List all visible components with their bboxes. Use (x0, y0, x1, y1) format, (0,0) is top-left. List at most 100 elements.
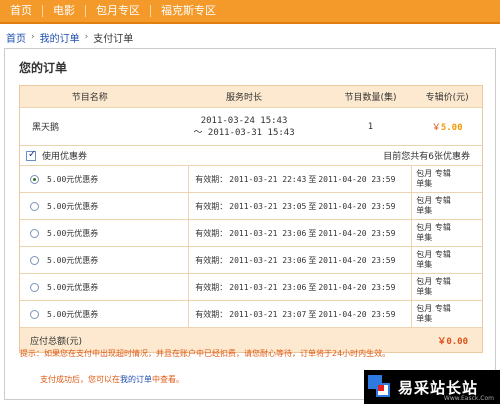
valid-to: 2011-04-20 23:59 (318, 174, 396, 184)
coupon-select: 5.00元优惠券 (20, 166, 190, 192)
tip-success-post: 中查看。 (152, 375, 184, 384)
coupon-scope: 包月 专辑 单集 (412, 301, 482, 327)
coupon-row: 5.00元优惠券 有效期： 2011-03-21 23:06 至 2011-04-20 … (20, 274, 482, 301)
coupon-scope: 包月 专辑 单集 (412, 247, 482, 273)
nav-movies[interactable]: 电影 (43, 0, 85, 23)
breadcrumb-home[interactable]: 首页 (6, 30, 26, 45)
total-label: 应付总额(元) (30, 336, 83, 347)
coupon-name: 5.00元优惠券 (47, 309, 99, 319)
page-title: 您的订单 (19, 61, 68, 75)
service-period: 2011-03-24 15:43 ～ 2011-03-31 15:43 (159, 115, 328, 139)
valid-from: 2011-03-21 23:06 (229, 255, 307, 265)
coupon-validity: 有效期： 2011-03-21 23:05 至 2011-04-20 23:59 (189, 193, 413, 219)
col-quantity: 节目数量(集) (344, 93, 397, 103)
coupon-name: 5.00元优惠券 (47, 282, 99, 292)
total-currency: ￥ (437, 336, 447, 347)
col-service-duration: 服务时长 (226, 93, 263, 103)
coupon-select: 5.00元优惠券 (20, 220, 190, 246)
col-program-name: 节目名称 (71, 93, 108, 103)
watermark-logo-icon (368, 375, 392, 399)
valid-to-label: 至 (308, 228, 317, 238)
valid-to-label: 至 (308, 282, 317, 292)
valid-from: 2011-03-21 23:06 (229, 282, 307, 292)
coupon-scope-text: 包月 专辑 单集 (416, 223, 451, 242)
valid-label: 有效期： (195, 174, 228, 184)
product-name: 黑天鹅 (32, 123, 60, 133)
valid-label: 有效期： (195, 228, 228, 238)
breadcrumb: 首页 › 我的订单 › 支付订单 (6, 28, 494, 46)
service-start: 2011-03-24 15:43 (200, 115, 288, 126)
valid-to: 2011-04-20 23:59 (318, 282, 396, 292)
coupon-scope-text: 包月 专辑 单集 (416, 304, 451, 323)
coupon-name: 5.00元优惠券 (47, 201, 99, 211)
price-value: 5.00 (440, 123, 463, 133)
valid-label: 有效期： (195, 201, 228, 211)
top-nav: 首页 电影 包月专区 福克斯专区 (0, 0, 500, 24)
coupon-name: 5.00元优惠券 (47, 228, 99, 238)
breadcrumb-separator: › (31, 32, 35, 42)
valid-to: 2011-04-20 23:59 (318, 201, 396, 211)
nav-fox[interactable]: 福克斯专区 (151, 0, 226, 23)
valid-to-label: 至 (308, 201, 317, 211)
coupon-select: 5.00元优惠券 (20, 247, 190, 273)
coupon-radio[interactable] (30, 174, 39, 184)
price-currency: ￥ (431, 123, 441, 133)
coupon-row: 5.00元优惠券 有效期： 2011-03-21 22:43 至 2011-04-20 … (20, 166, 482, 193)
coupon-radio[interactable] (30, 309, 39, 319)
coupon-scope-text: 包月 专辑 单集 (416, 277, 451, 296)
coupon-name: 5.00元优惠券 (47, 174, 99, 184)
coupon-name: 5.00元优惠券 (47, 255, 99, 265)
breadcrumb-current: 支付订单 (93, 33, 134, 45)
coupon-validity: 有效期： 2011-03-21 22:43 至 2011-04-20 23:59 (189, 166, 413, 192)
valid-label: 有效期： (195, 255, 228, 265)
coupon-validity: 有效期： 2011-03-21 23:06 至 2011-04-20 23:59 (189, 247, 413, 273)
use-coupon-label[interactable]: 使用优惠券 (42, 149, 87, 162)
product-quantity: 1 (367, 121, 374, 132)
coupon-radio[interactable] (30, 255, 39, 265)
total-amount: ￥0.00 (437, 334, 482, 347)
product-price: ￥5.00 (412, 120, 482, 133)
valid-from: 2011-03-21 23:07 (229, 309, 307, 319)
breadcrumb-my-orders[interactable]: 我的订单 (40, 30, 80, 45)
total-value: 0.00 (446, 336, 468, 347)
coupon-scope: 包月 专辑 单集 (412, 274, 482, 300)
coupon-row: 5.00元优惠券 有效期： 2011-03-21 23:06 至 2011-04-20 … (20, 220, 482, 247)
coupon-radio[interactable] (30, 228, 39, 238)
use-coupon-checkbox[interactable]: ✓ (26, 148, 37, 161)
tip-success-pre: 支付成功后，您可以在 (40, 375, 120, 384)
valid-label: 有效期： (195, 282, 228, 292)
watermark: 易采站长站 Www.Easck.Com (364, 370, 500, 404)
check-icon: ✓ (28, 148, 37, 160)
coupon-radio[interactable] (30, 201, 39, 211)
valid-to-label: 至 (308, 255, 317, 265)
coupon-count: 目前您共有6张优惠券 (383, 152, 470, 162)
coupon-row: 5.00元优惠券 有效期： 2011-03-21 23:05 至 2011-04-20 … (20, 193, 482, 220)
valid-from: 2011-03-21 23:05 (229, 201, 307, 211)
coupon-scope-text: 包月 专辑 单集 (416, 169, 451, 188)
coupon-validity: 有效期： 2011-03-21 23:06 至 2011-04-20 23:59 (189, 274, 413, 300)
valid-to: 2011-04-20 23:59 (318, 255, 396, 265)
valid-to: 2011-04-20 23:59 (318, 309, 396, 319)
nav-home[interactable]: 首页 (0, 0, 42, 23)
order-table: 节目名称 服务时长 节目数量(集) 专辑价(元) 黑天鹅 2011-03-24 … (19, 85, 483, 353)
coupon-row: 5.00元优惠券 有效期： 2011-03-21 23:06 至 2011-04-20 … (20, 247, 482, 274)
valid-label: 有效期： (195, 309, 228, 319)
coupon-validity: 有效期： 2011-03-21 23:07 至 2011-04-20 23:59 (189, 301, 413, 327)
my-orders-link[interactable]: 我的订单 (120, 375, 152, 384)
valid-from: 2011-03-21 22:43 (229, 174, 307, 184)
coupon-scope: 包月 专辑 单集 (412, 220, 482, 246)
breadcrumb-separator: › (84, 32, 89, 42)
valid-to-label: 至 (308, 174, 317, 184)
valid-from: 2011-03-21 23:06 (229, 228, 307, 238)
service-end: ～ 2011-03-31 15:43 (193, 127, 295, 138)
valid-to: 2011-04-20 23:59 (318, 228, 396, 238)
coupon-select: 5.00元优惠券 (20, 274, 190, 300)
coupon-radio[interactable] (30, 282, 39, 292)
coupon-validity: 有效期： 2011-03-21 23:06 至 2011-04-20 23:59 (189, 220, 413, 246)
watermark-subtext: Www.Easck.Com (443, 395, 494, 402)
nav-monthly[interactable]: 包月专区 (86, 0, 150, 23)
coupon-list: 5.00元优惠券 有效期： 2011-03-21 22:43 至 2011-04-20 … (20, 166, 482, 328)
coupon-header: ✓ 使用优惠券 目前您共有6张优惠券 (20, 146, 482, 166)
coupon-select: 5.00元优惠券 (20, 193, 190, 219)
tip-timeout: 提示：如果您在支付中出现超时情况，并且在账户中已经扣费，请您耐心等待，订单将于2… (20, 349, 391, 358)
